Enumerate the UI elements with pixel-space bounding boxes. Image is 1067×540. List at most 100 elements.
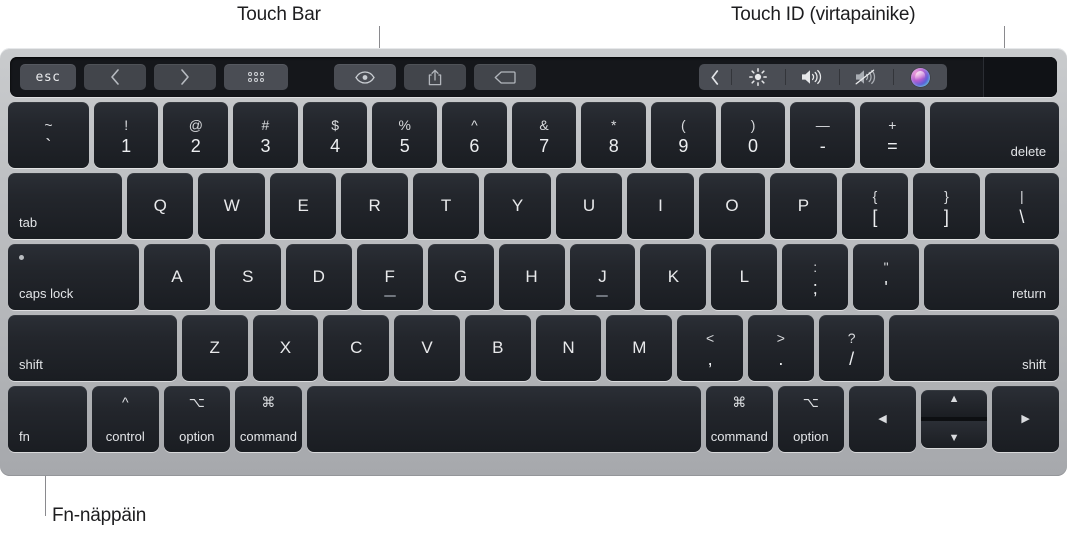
key-caps-lock[interactable]: caps lock [8, 244, 139, 310]
key-1[interactable]: ! 1 [93, 102, 159, 168]
key-delete-label: delete [1010, 144, 1047, 159]
touch-bar[interactable]: esc [10, 57, 1057, 97]
key-h[interactable]: H [498, 244, 565, 310]
key-x-label: X [279, 338, 292, 357]
touch-bar-esc-button[interactable]: esc [20, 64, 76, 90]
key-equal[interactable]: + = [860, 102, 925, 168]
key-2-shift-legend: @ [188, 116, 203, 133]
touch-bar-control-strip[interactable] [699, 64, 947, 90]
key-q[interactable]: Q [127, 173, 194, 239]
key-quote[interactable]: " ' [853, 244, 920, 310]
key-n[interactable]: N [535, 315, 602, 381]
key-t[interactable]: T [412, 173, 480, 239]
siri-orb-icon[interactable] [893, 64, 947, 90]
key-r-label: R [368, 196, 381, 215]
chevron-left-icon[interactable] [84, 64, 146, 90]
key-equal-shift-legend: + [888, 116, 897, 133]
key-quote-shift-legend: " [883, 258, 889, 275]
key-shift-right[interactable]: shift [889, 315, 1059, 381]
volume-up-icon[interactable] [785, 64, 839, 90]
key-5[interactable]: % 5 [372, 102, 438, 168]
key-arrow-right[interactable]: ▶ [992, 386, 1059, 452]
key-minus[interactable]: — - [790, 102, 856, 168]
key-bracket-left[interactable]: {[ [841, 173, 909, 239]
key-slash[interactable]: ? / [818, 315, 885, 381]
brightness-icon[interactable] [731, 64, 785, 90]
key-4[interactable]: $4 [302, 102, 368, 168]
key-backslash[interactable]: | \ [984, 173, 1060, 239]
key-return[interactable]: return [924, 244, 1060, 310]
eye-icon[interactable] [334, 64, 396, 90]
key-8[interactable]: * 8 [581, 102, 647, 168]
key-tab[interactable]: tab [8, 173, 123, 239]
app-grid-icon[interactable] [224, 64, 288, 90]
tag-icon[interactable] [474, 64, 536, 90]
key-tab-label: tab [19, 215, 38, 230]
key-a[interactable]: A [143, 244, 210, 310]
key-i[interactable]: I [627, 173, 694, 239]
key-bracket-right[interactable]: }] [913, 173, 980, 239]
app-grid-dots [248, 72, 264, 82]
key-4-shift-legend: $ [331, 116, 339, 133]
key-shift-left[interactable]: shift [8, 315, 177, 381]
key-0-shift-legend: ) [750, 116, 756, 133]
key-period[interactable]: >. [747, 315, 814, 381]
key-j[interactable]: J [569, 244, 636, 310]
key-arrow-updown[interactable]: ▲ ▼ [920, 386, 988, 452]
touch-bar-esc-label: esc [35, 69, 61, 85]
key-v[interactable]: V [394, 315, 460, 381]
key-option-left-symbol-icon: ⌥ [188, 394, 205, 410]
key-fn[interactable]: fn [8, 386, 87, 452]
key-option-right[interactable]: ⌥ option [777, 386, 845, 452]
key-z[interactable]: Z [181, 315, 248, 381]
key-k[interactable]: K [640, 244, 707, 310]
chevron-left-icon[interactable] [699, 64, 731, 90]
chevron-right-icon[interactable] [154, 64, 216, 90]
key-m[interactable]: M [606, 315, 673, 381]
key-arrow-right-glyph-icon: ▶ [1021, 412, 1030, 425]
key-space[interactable] [306, 386, 701, 452]
key-delete[interactable]: delete [929, 102, 1060, 168]
key-3[interactable]: #3 [233, 102, 298, 168]
key-w[interactable]: W [198, 173, 265, 239]
key-e[interactable]: E [269, 173, 337, 239]
key-r[interactable]: R [341, 173, 408, 239]
key-o[interactable]: O [698, 173, 766, 239]
key-comma[interactable]: <, [677, 315, 743, 381]
key-arrow-down[interactable]: ▼ [920, 421, 988, 448]
key-6-base-legend: 6 [469, 135, 480, 156]
key-d[interactable]: D [285, 244, 352, 310]
key-6[interactable]: ^ 6 [442, 102, 507, 168]
qwerty-row: tab Q W E R T Y U I O P{[}] | \ [8, 173, 1060, 239]
key-b[interactable]: B [464, 315, 531, 381]
key-arrow-up[interactable]: ▲ [920, 390, 988, 417]
key-command-right[interactable]: ⌘ command [705, 386, 773, 452]
key-s[interactable]: S [214, 244, 281, 310]
volume-mute-icon[interactable] [839, 64, 893, 90]
touch-bar-strip[interactable]: esc [10, 57, 983, 97]
key-0-base-legend: 0 [748, 135, 759, 156]
key-x[interactable]: X [252, 315, 319, 381]
key-g[interactable]: G [427, 244, 494, 310]
key-c[interactable]: C [323, 315, 390, 381]
key-bracket-left-shift-legend: { [872, 187, 878, 204]
key-y[interactable]: Y [484, 173, 551, 239]
key-option-left[interactable]: ⌥ option [163, 386, 231, 452]
key-f[interactable]: F [356, 244, 423, 310]
key-quote-base-legend: ' [884, 277, 888, 298]
key-semicolon[interactable]: :; [782, 244, 849, 310]
key-0[interactable]: ) 0 [720, 102, 786, 168]
share-icon[interactable] [404, 64, 466, 90]
key-u[interactable]: U [555, 173, 623, 239]
touch-id-sensor[interactable] [983, 57, 1057, 97]
key-command-left[interactable]: ⌘ command [235, 386, 302, 452]
key-2[interactable]: @2 [163, 102, 229, 168]
key-arrow-left[interactable]: ◀ [849, 386, 916, 452]
key-p[interactable]: P [770, 173, 837, 239]
key-9[interactable]: (9 [651, 102, 716, 168]
key-control[interactable]: ^ control [91, 386, 159, 452]
key-t-label: T [440, 196, 452, 215]
key-grave[interactable]: ~ ` [8, 102, 89, 168]
key-l[interactable]: L [711, 244, 778, 310]
key-7[interactable]: & 7 [511, 102, 577, 168]
